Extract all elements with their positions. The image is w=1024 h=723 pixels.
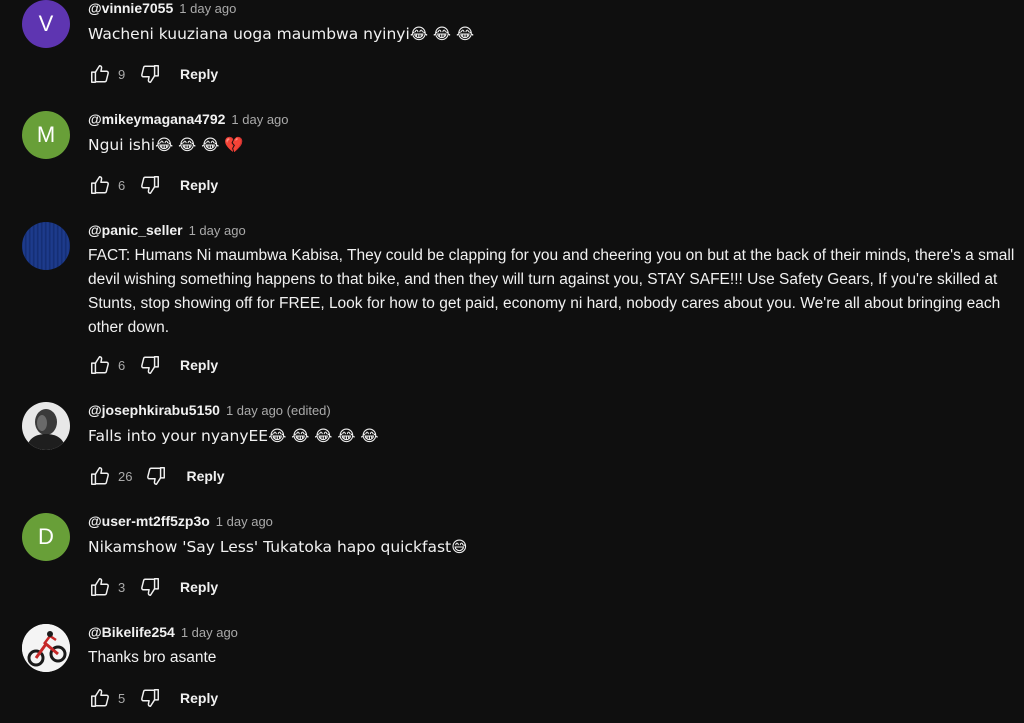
comment-text: Thanks bro asante — [88, 649, 217, 666]
comment-timestamp[interactable]: 1 day ago — [181, 625, 238, 640]
dislike-button[interactable] — [138, 62, 162, 86]
like-count: 5 — [118, 690, 126, 706]
reply-button[interactable]: Reply — [180, 66, 218, 82]
avatar[interactable]: M — [22, 111, 70, 159]
thumb-down-icon — [141, 176, 159, 194]
comment-timestamp[interactable]: 1 day ago — [216, 514, 273, 529]
like-count: 6 — [118, 177, 126, 193]
avatar-photo — [22, 402, 70, 450]
thumb-up-icon — [91, 176, 109, 194]
thumb-up-icon — [91, 689, 109, 707]
comment-author[interactable]: @user-mt2ff5zp3o — [88, 513, 210, 529]
comment-author[interactable]: @panic_seller — [88, 222, 183, 238]
thumb-up-icon — [91, 65, 109, 83]
like-count: 6 — [118, 357, 126, 373]
like-button[interactable] — [88, 62, 112, 86]
comment-author[interactable]: @mikeymagana4792 — [88, 111, 225, 127]
thumb-up-icon — [91, 578, 109, 596]
thumb-down-icon — [141, 689, 159, 707]
comment-text: Ngui ishi😂 😂 😂 💔 — [88, 136, 244, 154]
avatar-letter: M — [36, 122, 56, 147]
comment-timestamp[interactable]: 1 day ago (edited) — [226, 403, 331, 418]
dislike-button[interactable] — [138, 353, 162, 377]
comment-text: Falls into your nyanyEE😂 😂 😂 😂 😂 — [88, 427, 379, 445]
comment-text: FACT: Humans Ni maumbwa Kabisa, They cou… — [88, 247, 1015, 336]
comment-timestamp[interactable]: 1 day ago — [189, 223, 246, 238]
dislike-button[interactable] — [138, 575, 162, 599]
dislike-button[interactable] — [138, 686, 162, 710]
avatar[interactable]: V — [22, 0, 70, 48]
reply-button[interactable]: Reply — [186, 468, 224, 484]
reply-button[interactable]: Reply — [180, 690, 218, 706]
thumb-down-icon — [147, 467, 166, 485]
like-button[interactable] — [88, 173, 112, 197]
thumb-down-icon — [141, 356, 159, 374]
reply-button[interactable]: Reply — [180, 579, 218, 595]
avatar[interactable] — [22, 624, 70, 672]
like-count: 3 — [118, 579, 126, 595]
avatar-letter: D — [38, 524, 54, 549]
comment-author[interactable]: @Bikelife254 — [88, 624, 175, 640]
like-button[interactable] — [88, 575, 112, 599]
thumb-down-icon — [141, 578, 159, 596]
thumb-down-icon — [141, 65, 159, 83]
dislike-button[interactable] — [144, 464, 168, 488]
avatar-texture — [22, 222, 70, 270]
avatar[interactable] — [22, 402, 70, 450]
thumb-up-icon — [91, 467, 109, 485]
like-button[interactable] — [88, 464, 112, 488]
comment-timestamp[interactable]: 1 day ago — [231, 112, 288, 127]
like-button[interactable] — [88, 686, 112, 710]
comment-timestamp[interactable]: 1 day ago — [179, 1, 236, 16]
comment-text: Wacheni kuuziana uoga maumbwa nyinyi😂 😂 … — [88, 25, 474, 43]
dislike-button[interactable] — [138, 173, 162, 197]
like-count: 9 — [118, 66, 126, 82]
reply-button[interactable]: Reply — [180, 177, 218, 193]
comment-author[interactable]: @josephkirabu5150 — [88, 402, 220, 418]
avatar-letter: V — [38, 11, 54, 36]
thumb-up-icon — [91, 356, 109, 374]
avatar[interactable] — [22, 222, 70, 270]
comment-text: Nikamshow 'Say Less' Tukatoka hapo quick… — [88, 538, 468, 556]
comment-author[interactable]: @vinnie7055 — [88, 0, 173, 16]
avatar[interactable]: D — [22, 513, 70, 561]
like-count: 26 — [118, 468, 133, 484]
avatar-bike-logo — [22, 624, 70, 672]
like-button[interactable] — [88, 353, 112, 377]
reply-button[interactable]: Reply — [180, 357, 218, 373]
